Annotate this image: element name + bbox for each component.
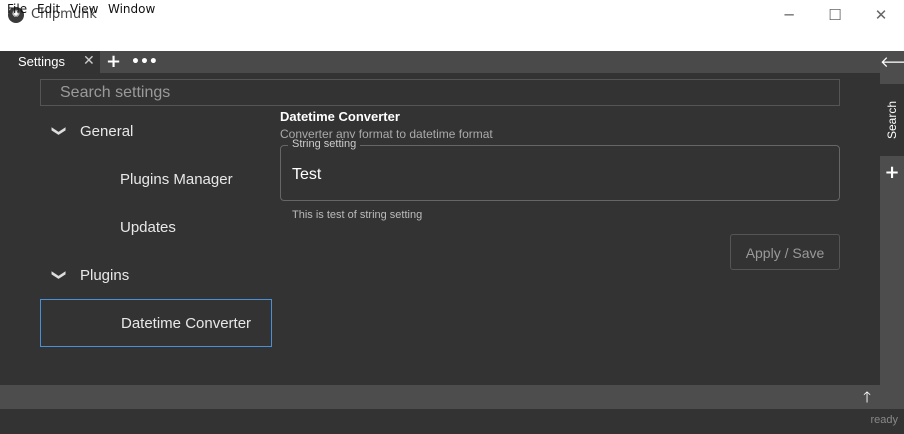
- status-text: ready: [870, 414, 898, 426]
- sidebar-tab-search-label[interactable]: Search: [880, 84, 904, 156]
- add-tab-icon[interactable]: +: [106, 52, 121, 72]
- sidebar-add-icon[interactable]: +: [880, 162, 904, 184]
- arrow-up-icon[interactable]: 🡑: [855, 386, 879, 408]
- tab-close-icon[interactable]: ✕: [83, 53, 95, 69]
- menu-bar: [0, 31, 904, 51]
- search-settings-input[interactable]: [41, 80, 839, 105]
- detail-title: Datetime Converter: [280, 109, 400, 124]
- chevron-down-icon[interactable]: ❯: [51, 269, 67, 281]
- menu-view[interactable]: View: [70, 2, 98, 16]
- status-bar: [0, 409, 904, 434]
- menu-edit[interactable]: Edit: [37, 2, 60, 16]
- string-setting-hint: This is test of string setting: [292, 209, 423, 221]
- tree-item-plugins[interactable]: Plugins: [80, 267, 129, 284]
- arrow-left-icon[interactable]: 🡐: [880, 52, 904, 72]
- more-tabs-icon[interactable]: •••: [131, 52, 158, 72]
- string-setting-input[interactable]: [281, 158, 837, 192]
- tree-item-general[interactable]: General: [80, 123, 133, 140]
- search-box[interactable]: [40, 79, 840, 106]
- chevron-down-icon[interactable]: ❯: [51, 125, 67, 137]
- apply-save-button[interactable]: Apply / Save: [730, 234, 840, 270]
- close-window-button[interactable]: ✕: [858, 0, 904, 31]
- menu-window[interactable]: Window: [108, 2, 155, 16]
- maximize-button[interactable]: ☐: [812, 0, 858, 31]
- minimize-button[interactable]: ─: [766, 0, 812, 31]
- tab-settings-label[interactable]: Settings: [18, 54, 65, 69]
- tree-item-plugins-manager[interactable]: Plugins Manager: [120, 171, 233, 188]
- menu-file[interactable]: File: [7, 2, 27, 16]
- tree-item-updates[interactable]: Updates: [120, 219, 176, 236]
- tree-item-datetime-converter[interactable]: Datetime Converter: [121, 315, 251, 332]
- bottom-toolbar: [0, 385, 904, 409]
- string-setting-label: String setting: [288, 138, 361, 150]
